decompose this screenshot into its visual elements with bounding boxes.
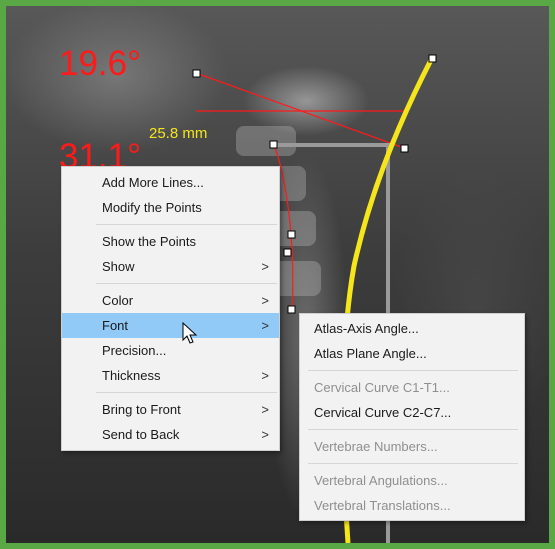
menu-separator (96, 283, 277, 284)
chevron-right-icon: > (261, 293, 269, 308)
chevron-right-icon: > (261, 259, 269, 274)
menu-item-label: Precision... (102, 343, 167, 358)
chevron-right-icon: > (261, 402, 269, 417)
context-menu: Add More Lines... Modify the Points Show… (61, 166, 280, 451)
menu-item-label: Font (102, 318, 129, 333)
menu-item-font[interactable]: Font > (62, 313, 279, 338)
menu-separator (308, 429, 518, 430)
submenu-item-vertebral-angulations: Vertebral Angulations... (300, 468, 524, 493)
menu-item-label: Vertebral Translations... (314, 498, 451, 513)
menu-item-thickness[interactable]: Thickness > (62, 363, 279, 388)
menu-item-send-to-back[interactable]: Send to Back > (62, 422, 279, 447)
menu-item-label: Show (102, 259, 135, 274)
control-point (192, 69, 201, 78)
control-point (400, 144, 409, 153)
control-point (287, 305, 296, 314)
menu-separator (96, 224, 277, 225)
menu-separator (308, 370, 518, 371)
distance-label: 25.8 mm (149, 125, 208, 142)
submenu-item-cervical-curve-c2-c7[interactable]: Cervical Curve C2-C7... (300, 400, 524, 425)
menu-separator (308, 463, 518, 464)
control-point (269, 140, 278, 149)
submenu-item-atlas-plane-angle[interactable]: Atlas Plane Angle... (300, 341, 524, 366)
menu-item-label: Atlas-Axis Angle... (314, 321, 419, 336)
submenu-item-cervical-curve-c1-t1: Cervical Curve C1-T1... (300, 375, 524, 400)
menu-item-label: Thickness (102, 368, 161, 383)
control-point (283, 248, 292, 257)
menu-item-precision[interactable]: Precision... (62, 338, 279, 363)
menu-item-label: Add More Lines... (102, 175, 204, 190)
chevron-right-icon: > (261, 427, 269, 442)
submenu-item-vertebrae-numbers: Vertebrae Numbers... (300, 434, 524, 459)
mouse-pointer-icon (182, 322, 198, 344)
menu-item-show-points[interactable]: Show the Points (62, 229, 279, 254)
control-point (428, 54, 437, 63)
atlas-axis-angle-label: 19.6° (59, 44, 142, 83)
menu-item-bring-to-front[interactable]: Bring to Front > (62, 397, 279, 422)
menu-item-label: Vertebrae Numbers... (314, 439, 438, 454)
menu-item-label: Cervical Curve C2-C7... (314, 405, 452, 420)
menu-item-modify-points[interactable]: Modify the Points (62, 195, 279, 220)
submenu-item-atlas-axis-angle[interactable]: Atlas-Axis Angle... (300, 316, 524, 341)
menu-item-color[interactable]: Color > (62, 288, 279, 313)
menu-item-label: Bring to Front (102, 402, 181, 417)
menu-item-label: Cervical Curve C1-T1... (314, 380, 450, 395)
menu-item-label: Color (102, 293, 134, 308)
menu-item-show[interactable]: Show > (62, 254, 279, 279)
menu-item-add-more-lines[interactable]: Add More Lines... (62, 170, 279, 195)
menu-item-label: Send to Back (102, 427, 180, 442)
menu-item-label: Show the Points (102, 234, 196, 249)
menu-item-label: Vertebral Angulations... (314, 473, 448, 488)
chevron-right-icon: > (261, 368, 269, 383)
menu-item-label: Atlas Plane Angle... (314, 346, 427, 361)
control-point (287, 230, 296, 239)
menu-separator (96, 392, 277, 393)
submenu-item-vertebral-translations: Vertebral Translations... (300, 493, 524, 518)
chevron-right-icon: > (261, 318, 269, 333)
menu-item-label: Modify the Points (102, 200, 202, 215)
font-submenu: Atlas-Axis Angle... Atlas Plane Angle...… (299, 313, 525, 521)
